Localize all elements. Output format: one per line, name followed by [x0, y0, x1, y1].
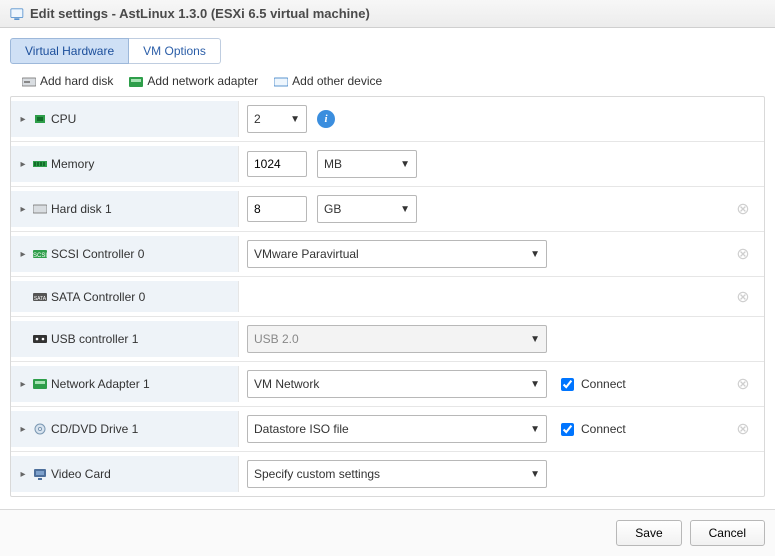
memory-label: Memory	[51, 157, 94, 171]
chevron-down-icon: ▼	[530, 424, 540, 435]
hard-disk-unit-select[interactable]: GB▼	[317, 195, 417, 223]
svg-text:SCSI: SCSI	[33, 253, 47, 259]
row-cpu: ▸ CPU 2▼ i	[11, 97, 764, 142]
add-toolbar: Add hard disk Add network adapter Add ot…	[0, 70, 775, 96]
expand-icon[interactable]: ▸	[17, 424, 29, 435]
title-bar: Edit settings - AstLinux 1.3.0 (ESXi 6.5…	[0, 0, 775, 28]
row-video-card: ▸ Video Card Specify custom settings▼	[11, 452, 764, 496]
tab-vm-options[interactable]: VM Options	[129, 38, 221, 64]
cddvd-1-label: CD/DVD Drive 1	[51, 422, 138, 436]
row-memory: ▸ Memory MB▼	[11, 142, 764, 187]
expand-icon[interactable]: ▸	[17, 469, 29, 480]
scsi-0-label: SCSI Controller 0	[51, 247, 144, 261]
cddvd-source-select[interactable]: Datastore ISO file▼	[247, 415, 547, 443]
cancel-button[interactable]: Cancel	[690, 520, 765, 546]
chevron-down-icon: ▼	[530, 334, 540, 345]
memory-unit-select[interactable]: MB▼	[317, 150, 417, 178]
expand-icon[interactable]: ▸	[17, 114, 29, 125]
video-card-label: Video Card	[51, 467, 111, 481]
device-icon	[274, 76, 288, 88]
expand-icon[interactable]: ▸	[17, 249, 29, 260]
cpu-count-select[interactable]: 2▼	[247, 105, 307, 133]
memory-value-input[interactable]	[247, 151, 307, 177]
network-select[interactable]: VM Network▼	[247, 370, 547, 398]
dialog-footer: Save Cancel	[0, 509, 775, 556]
sata-icon: SATA	[33, 291, 47, 303]
row-sata-0: ▸ SATA SATA Controller 0 ⊗	[11, 277, 764, 317]
row-usb-1: ▸ USB controller 1 USB 2.0▼	[11, 317, 764, 362]
hard-disk-icon	[22, 76, 36, 88]
vm-icon	[10, 8, 24, 20]
usb-icon	[33, 333, 47, 345]
chevron-down-icon: ▼	[290, 114, 300, 125]
row-hard-disk-1: ▸ Hard disk 1 GB▼ ⊗	[11, 187, 764, 232]
usb-type-select: USB 2.0▼	[247, 325, 547, 353]
add-network-adapter-button[interactable]: Add network adapter	[129, 74, 258, 88]
expand-icon[interactable]: ▸	[17, 204, 29, 215]
tab-virtual-hardware[interactable]: Virtual Hardware	[10, 38, 129, 64]
memory-icon	[33, 158, 47, 170]
chevron-down-icon: ▼	[530, 469, 540, 480]
remove-hard-disk-button[interactable]: ⊗	[728, 199, 758, 219]
network-adapter-1-label: Network Adapter 1	[51, 377, 150, 391]
nic-icon	[129, 76, 143, 88]
network-connect-checkbox[interactable]: Connect	[557, 375, 626, 394]
row-scsi-0: ▸ SCSI SCSI Controller 0 VMware Paravirt…	[11, 232, 764, 277]
cddvd-connect-checkbox[interactable]: Connect	[557, 420, 626, 439]
svg-text:SATA: SATA	[34, 296, 47, 302]
remove-sata-button[interactable]: ⊗	[728, 287, 758, 307]
hard-disk-size-input[interactable]	[247, 196, 307, 222]
scsi-type-select[interactable]: VMware Paravirtual▼	[247, 240, 547, 268]
expand-icon[interactable]: ▸	[17, 159, 29, 170]
nic-icon	[33, 378, 47, 390]
save-button[interactable]: Save	[616, 520, 681, 546]
chevron-down-icon: ▼	[400, 204, 410, 215]
chevron-down-icon: ▼	[530, 379, 540, 390]
cpu-label: CPU	[51, 112, 76, 126]
remove-scsi-button[interactable]: ⊗	[728, 244, 758, 264]
hardware-panel: ▸ CPU 2▼ i ▸ Memory MB▼ ▸	[10, 96, 765, 497]
expand-icon[interactable]: ▸	[17, 379, 29, 390]
add-other-device-button[interactable]: Add other device	[274, 74, 382, 88]
row-network-adapter-1: ▸ Network Adapter 1 VM Network▼ Connect …	[11, 362, 764, 407]
add-hard-disk-button[interactable]: Add hard disk	[22, 74, 113, 88]
remove-network-adapter-button[interactable]: ⊗	[728, 374, 758, 394]
video-card-select[interactable]: Specify custom settings▼	[247, 460, 547, 488]
tab-bar: Virtual Hardware VM Options	[10, 38, 765, 64]
remove-cddvd-button[interactable]: ⊗	[728, 419, 758, 439]
chevron-down-icon: ▼	[400, 159, 410, 170]
cpu-icon	[33, 113, 47, 125]
scsi-icon: SCSI	[33, 248, 47, 260]
sata-0-label: SATA Controller 0	[51, 290, 145, 304]
hard-disk-icon	[33, 203, 47, 215]
usb-1-label: USB controller 1	[51, 332, 138, 346]
disc-icon	[33, 423, 47, 435]
video-card-icon	[33, 468, 47, 480]
window-title: Edit settings - AstLinux 1.3.0 (ESXi 6.5…	[30, 6, 370, 21]
info-icon[interactable]: i	[317, 110, 335, 128]
row-cddvd-1: ▸ CD/DVD Drive 1 Datastore ISO file▼ Con…	[11, 407, 764, 452]
hard-disk-1-label: Hard disk 1	[51, 202, 112, 216]
chevron-down-icon: ▼	[530, 249, 540, 260]
